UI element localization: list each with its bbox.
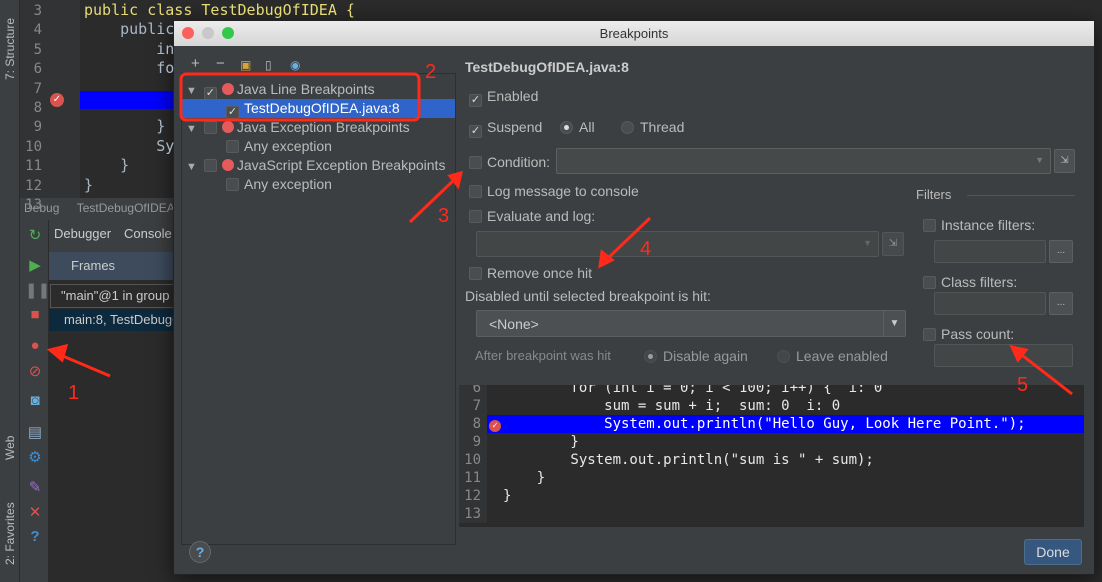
code-line[interactable]: public class TestDebugOfIDEA { [84,1,355,19]
line-number: 7 [33,80,42,97]
code-line[interactable]: in [84,40,174,58]
annotation-number: 2 [425,61,437,83]
line-number: 12 [25,177,42,194]
code-line[interactable]: fo [84,59,174,77]
annotation-overlay [46,72,1073,396]
annotation-box [179,72,421,122]
line-number: 10 [25,138,42,155]
code-line[interactable]: } [84,176,93,194]
code-line[interactable]: } [84,117,165,135]
code-line[interactable]: } [84,156,129,174]
annotation-number: 1 [68,382,80,404]
annotation-number: 3 [438,205,450,227]
arrow-head [46,343,69,363]
line-number: 5 [33,41,42,58]
line-number: 8 [33,100,42,116]
code-line[interactable]: public [84,20,174,38]
annotation-number: 5 [1017,374,1029,396]
line-number: 13 [25,197,42,213]
annotation-arrow-1 [57,352,111,378]
line-number: 9 [33,119,42,136]
line-number: 3 [33,3,42,19]
annotation-number: 4 [640,238,652,260]
line-number: 11 [25,158,42,175]
code-line[interactable]: Sy [84,137,174,155]
line-number: 4 [33,22,42,39]
line-number: 6 [33,61,42,78]
